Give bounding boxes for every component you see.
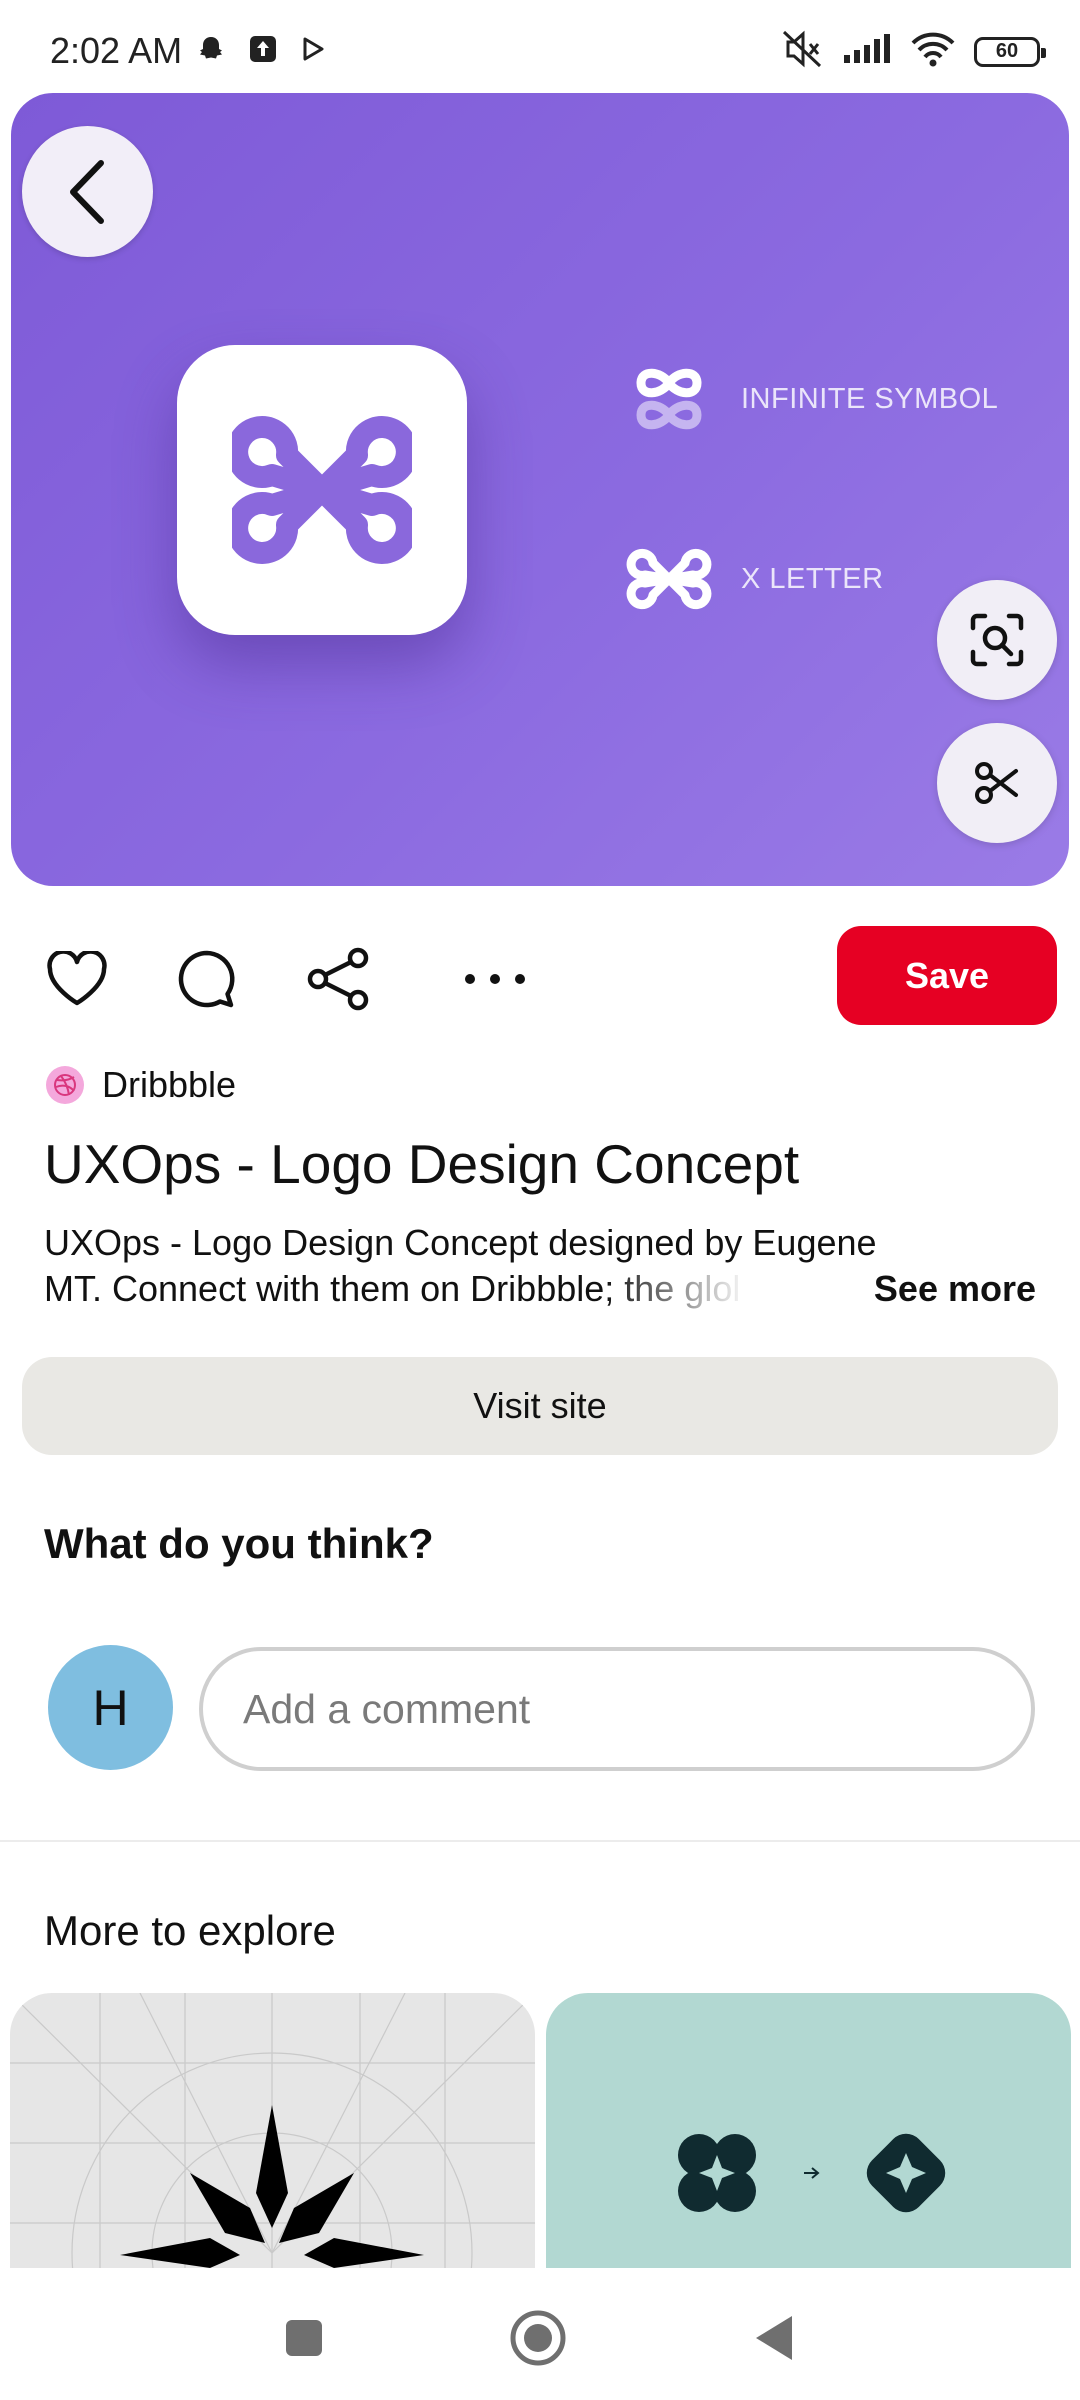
upload-icon: [248, 34, 278, 69]
explore-pin[interactable]: [10, 1993, 535, 2268]
pin-source[interactable]: Dribbble: [46, 1064, 236, 1106]
comments-heading: What do you think?: [44, 1520, 434, 1567]
dribbble-icon: [46, 1066, 84, 1104]
system-nav-bar: [0, 2268, 1080, 2400]
status-time: 2:02 AM: [50, 30, 183, 71]
cutout-button[interactable]: [937, 723, 1057, 843]
save-button[interactable]: Save: [837, 926, 1057, 1025]
chevron-left-icon: [69, 159, 104, 224]
pin-image[interactable]: INFINITE SYMBOL X LETTER: [11, 93, 1069, 886]
legend-label: X LETTER: [741, 562, 884, 595]
comment-input[interactable]: [199, 1647, 1035, 1771]
battery-icon: 60: [974, 36, 1046, 67]
home-icon[interactable]: [508, 2308, 568, 2368]
x-letter-icon: [626, 548, 712, 610]
logo-transform-image: [678, 2133, 946, 2213]
description-line: UXOps - Logo Design Concept designed by …: [44, 1222, 877, 1263]
uxops-logo-icon: [232, 416, 412, 564]
divider: [0, 1840, 1080, 1842]
explore-heading: More to explore: [44, 1907, 336, 1954]
mute-icon: [780, 30, 824, 73]
visual-search-button[interactable]: [937, 580, 1057, 700]
back-button[interactable]: [22, 126, 153, 257]
legend-label: INFINITE SYMBOL: [741, 382, 999, 415]
action-row: Save: [0, 926, 1080, 1026]
share-icon[interactable]: [304, 944, 374, 1014]
status-bar: 2:02 AM 60: [0, 0, 1080, 92]
source-name: Dribbble: [102, 1064, 237, 1105]
heart-icon[interactable]: [42, 944, 112, 1014]
pin-title: UXOps - Logo Design Concept: [44, 1133, 800, 1195]
legend-item-x-letter: X LETTER: [623, 533, 884, 625]
play-store-icon: [300, 36, 326, 67]
visit-site-button[interactable]: Visit site: [22, 1357, 1058, 1455]
signal-icon: [842, 33, 892, 70]
see-more-link[interactable]: See more: [867, 1266, 1036, 1312]
recents-icon[interactable]: [274, 2308, 334, 2368]
uxops-logo: [177, 345, 467, 635]
explore-pin[interactable]: [546, 1993, 1071, 2268]
pin-description: UXOps - Logo Design Concept designed by …: [44, 1220, 1044, 1312]
comment-icon[interactable]: [172, 944, 242, 1014]
legend-item-infinite: INFINITE SYMBOL: [623, 353, 998, 445]
sparkle-logo-image: [10, 1993, 535, 2268]
back-icon[interactable]: [744, 2308, 804, 2368]
wifi-icon: [910, 31, 956, 72]
more-icon[interactable]: [460, 944, 530, 1014]
lens-icon: [970, 613, 1024, 667]
scissors-icon: [975, 762, 1018, 804]
avatar[interactable]: H: [48, 1645, 173, 1770]
infinite-symbol-icon: [636, 368, 702, 430]
snapchat-icon: [196, 34, 226, 69]
